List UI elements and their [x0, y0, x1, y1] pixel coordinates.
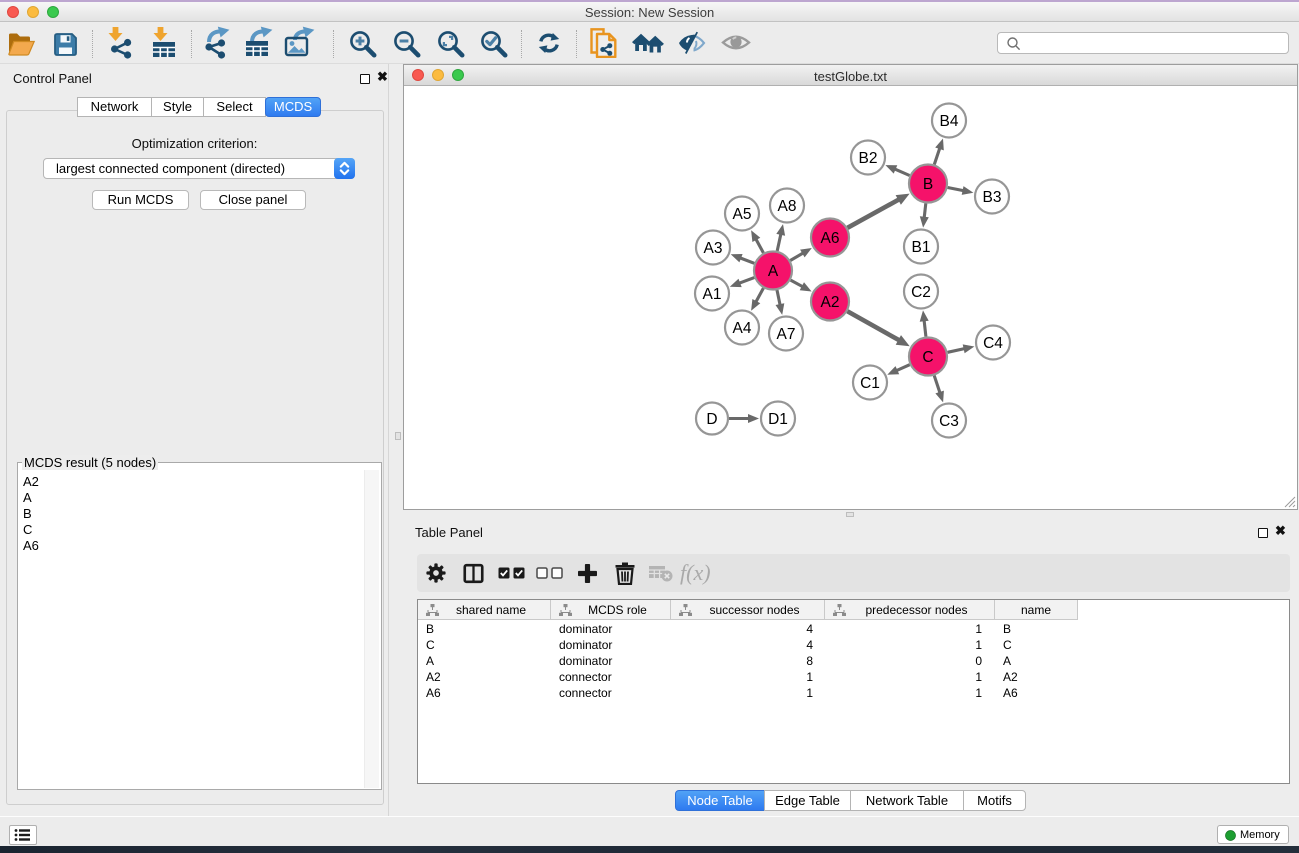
- svg-text:D: D: [706, 411, 717, 428]
- svg-text:C1: C1: [860, 375, 880, 392]
- svg-text:B: B: [923, 176, 933, 193]
- svg-text:C4: C4: [983, 335, 1003, 352]
- svg-text:A8: A8: [778, 198, 797, 215]
- svg-text:A4: A4: [733, 320, 752, 337]
- svg-text:C2: C2: [911, 284, 931, 301]
- svg-text:A7: A7: [777, 326, 796, 343]
- svg-text:A3: A3: [704, 240, 723, 257]
- svg-text:A5: A5: [733, 206, 752, 223]
- svg-text:A: A: [768, 263, 779, 280]
- svg-text:f(x): f(x): [680, 560, 711, 585]
- svg-text:D1: D1: [768, 411, 788, 428]
- svg-text:B4: B4: [940, 113, 959, 130]
- svg-text:A6: A6: [821, 230, 840, 247]
- svg-text:C3: C3: [939, 413, 959, 430]
- svg-text:A2: A2: [821, 294, 840, 311]
- svg-text:B2: B2: [859, 150, 878, 167]
- svg-text:B3: B3: [983, 189, 1002, 206]
- svg-text:A1: A1: [703, 286, 722, 303]
- svg-text:C: C: [922, 349, 933, 366]
- svg-text:B1: B1: [912, 239, 931, 256]
